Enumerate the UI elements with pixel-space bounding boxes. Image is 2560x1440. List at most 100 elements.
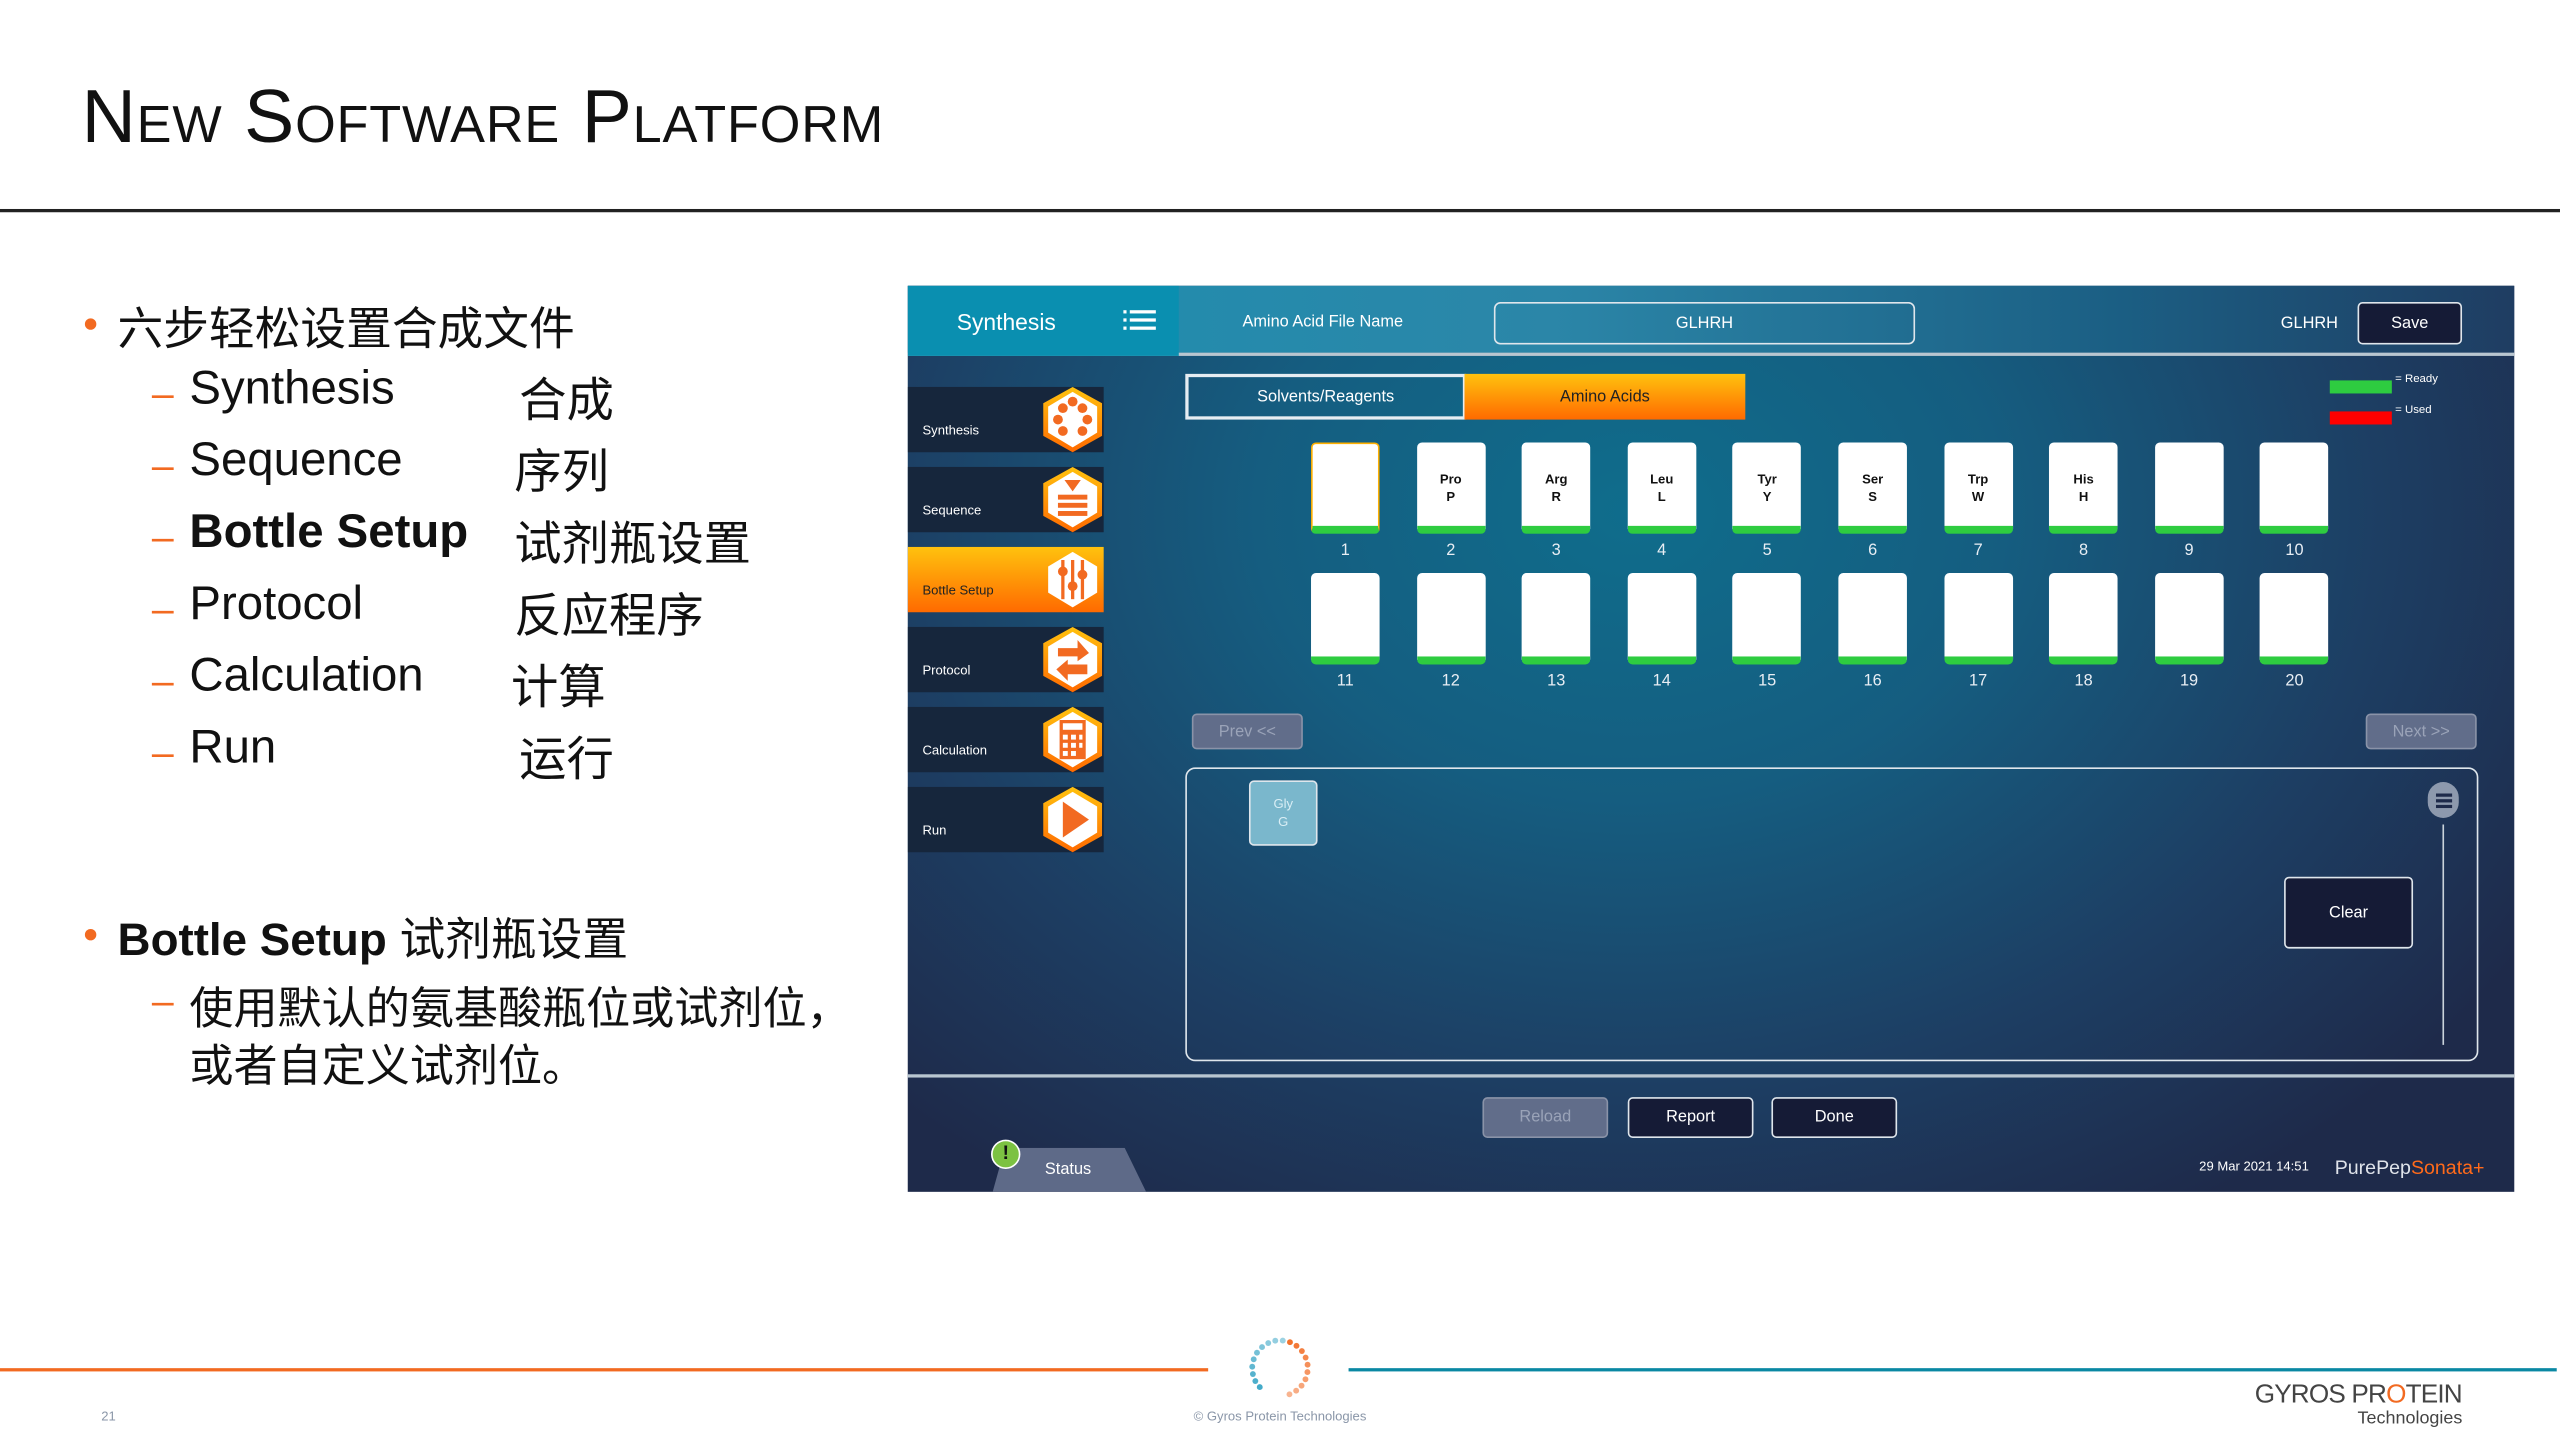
bottle-amino-acid: Arg xyxy=(1544,471,1568,487)
bullet-2-bold: Bottle Setup xyxy=(117,914,387,965)
step-name-zh: 序列 xyxy=(514,444,610,500)
datetime: 29 Mar 2021 14:51 xyxy=(2199,1159,2309,1174)
footer-line-orange xyxy=(0,1368,1209,1372)
brand-a: PurePep xyxy=(2334,1155,2411,1179)
next-button[interactable]: Next >> xyxy=(2365,713,2477,750)
title-divider xyxy=(0,208,2560,213)
bottle-slot[interactable] xyxy=(2154,573,2224,665)
bottle-number: 6 xyxy=(1868,542,1878,560)
bottle-code: S xyxy=(1868,489,1878,505)
bottle-number: 5 xyxy=(1762,542,1772,560)
scrollbar-handle-icon[interactable] xyxy=(2427,782,2459,818)
play-icon[interactable] xyxy=(1038,785,1107,854)
step-name: Sequence xyxy=(189,434,403,487)
bottle-number: 15 xyxy=(1758,672,1777,691)
bullet-2: Bottle Setup 试剂瓶设置 xyxy=(118,904,629,969)
prev-button[interactable]: Prev << xyxy=(1191,713,1303,750)
bottle-slot[interactable]: Ser S xyxy=(1838,442,1907,534)
calculator-icon[interactable] xyxy=(1038,705,1107,774)
bottle-code: H xyxy=(2078,489,2089,505)
bottle-slot[interactable]: Pro P xyxy=(1416,442,1486,534)
amino-acid-chip[interactable]: Gly G xyxy=(1248,780,1318,846)
step-name-zh: 反应程序 xyxy=(514,587,704,644)
dash: – xyxy=(151,372,174,417)
status-label[interactable]: Status xyxy=(1045,1161,1091,1179)
bottle-slot[interactable] xyxy=(1416,573,1486,665)
bottle-slot[interactable] xyxy=(1521,573,1591,665)
bottle-slot[interactable] xyxy=(1311,573,1380,665)
bottle-slot[interactable] xyxy=(1838,573,1907,665)
chip-name: Gly xyxy=(1273,796,1294,812)
gyros-technologies-logo: Technologies xyxy=(2357,1408,2463,1429)
bottle-slot[interactable] xyxy=(2260,442,2329,534)
dash: – xyxy=(151,587,174,632)
bottle-amino-acid: Trp xyxy=(1967,471,1989,487)
menu-icon[interactable] xyxy=(1123,305,1156,343)
bottle-slot[interactable] xyxy=(1943,573,2013,665)
sidebar-item-label: Sequence xyxy=(922,502,982,518)
tab-amino-acids[interactable]: Amino Acids xyxy=(1464,373,1746,420)
clear-button[interactable]: Clear xyxy=(2284,876,2414,949)
footer-divider xyxy=(907,1074,2515,1078)
bottle-slot[interactable]: Trp W xyxy=(1943,442,2013,534)
file-name-input[interactable]: GLHRH xyxy=(1493,302,1916,345)
bottle-number: 11 xyxy=(1336,672,1354,691)
swap-arrows-icon[interactable] xyxy=(1038,625,1107,694)
bullet-2-sub-line2: 或者自定义试剂位。 xyxy=(189,1041,587,1093)
status-alert-icon[interactable]: ! xyxy=(991,1139,1021,1169)
step-name: Protocol xyxy=(189,577,364,631)
save-button[interactable]: Save xyxy=(2357,302,2463,345)
bottle-number: 13 xyxy=(1547,672,1566,691)
bottle-amino-acid: Tyr xyxy=(1757,471,1777,487)
done-button[interactable]: Done xyxy=(1771,1097,1898,1138)
bottle-number: 18 xyxy=(2074,672,2093,691)
bottle-slot[interactable] xyxy=(2260,573,2329,665)
bottle-slot[interactable] xyxy=(2049,573,2118,665)
legend-ready-label: = Ready xyxy=(2395,373,2439,386)
bottle-slot[interactable] xyxy=(1311,442,1380,534)
legend-ready-swatch xyxy=(2329,380,2392,394)
bottle-slot[interactable]: Arg R xyxy=(1521,442,1591,534)
bottle-slot[interactable] xyxy=(1732,573,1802,665)
step-name-zh: 合成 xyxy=(519,372,614,428)
bottle-amino-acid: His xyxy=(2073,471,2094,487)
bottle-number: 3 xyxy=(1551,542,1561,560)
step-name: Calculation xyxy=(189,649,424,703)
bottle-slot[interactable] xyxy=(2154,442,2224,534)
bottle-code: W xyxy=(1971,489,1985,505)
bottle-number: 19 xyxy=(2179,672,2199,691)
file-name-label: Amino Acid File Name xyxy=(1242,313,1404,332)
sidebar-item-label: Protocol xyxy=(922,662,971,678)
bottle-code: P xyxy=(1446,489,1456,505)
bullet-2-sub-line1: 使用默认的氨基酸瓶位或试剂位， xyxy=(189,984,851,1036)
dash: – xyxy=(151,979,174,1024)
sliders-icon[interactable] xyxy=(1038,545,1107,614)
bottle-slot[interactable]: Leu L xyxy=(1627,442,1696,534)
reload-button[interactable]: Reload xyxy=(1482,1097,1609,1138)
bottle-slot[interactable] xyxy=(1627,573,1696,665)
sequence-icon[interactable] xyxy=(1038,465,1107,534)
brand-b: Sonata+ xyxy=(2410,1155,2485,1179)
step-name: Run xyxy=(189,721,277,774)
bottle-slot[interactable]: Tyr Y xyxy=(1732,442,1802,534)
dash: – xyxy=(151,731,174,776)
copyright: © Gyros Protein Technologies xyxy=(1193,1408,1367,1424)
scrollbar-track[interactable] xyxy=(2442,824,2445,1045)
page-number: 21 xyxy=(101,1408,116,1424)
sidebar-item-label: Calculation xyxy=(922,742,988,758)
bottle-slot[interactable]: His H xyxy=(2049,442,2118,534)
section-title: Synthesis xyxy=(956,308,1056,335)
bottle-code: R xyxy=(1551,489,1561,505)
bottle-number: 14 xyxy=(1652,672,1671,691)
bottle-number: 9 xyxy=(2184,542,2194,560)
current-file-name: GLHRH xyxy=(2280,315,2338,334)
bottle-amino-acid: Ser xyxy=(1862,471,1884,487)
gyros-protein-logo: GYROS PROTEIN xyxy=(2254,1381,2463,1409)
legend-used-swatch xyxy=(2329,411,2392,425)
synthesis-icon[interactable] xyxy=(1038,385,1107,454)
tab-solvents-reagents[interactable]: Solvents/Reagents xyxy=(1185,373,1467,420)
slide-title: New Software Platform xyxy=(81,73,885,159)
slide: New Software Platform 六步轻松设置合成文件 – Synth… xyxy=(0,0,2560,1440)
bottle-number: 16 xyxy=(1863,672,1882,691)
report-button[interactable]: Report xyxy=(1627,1097,1754,1138)
